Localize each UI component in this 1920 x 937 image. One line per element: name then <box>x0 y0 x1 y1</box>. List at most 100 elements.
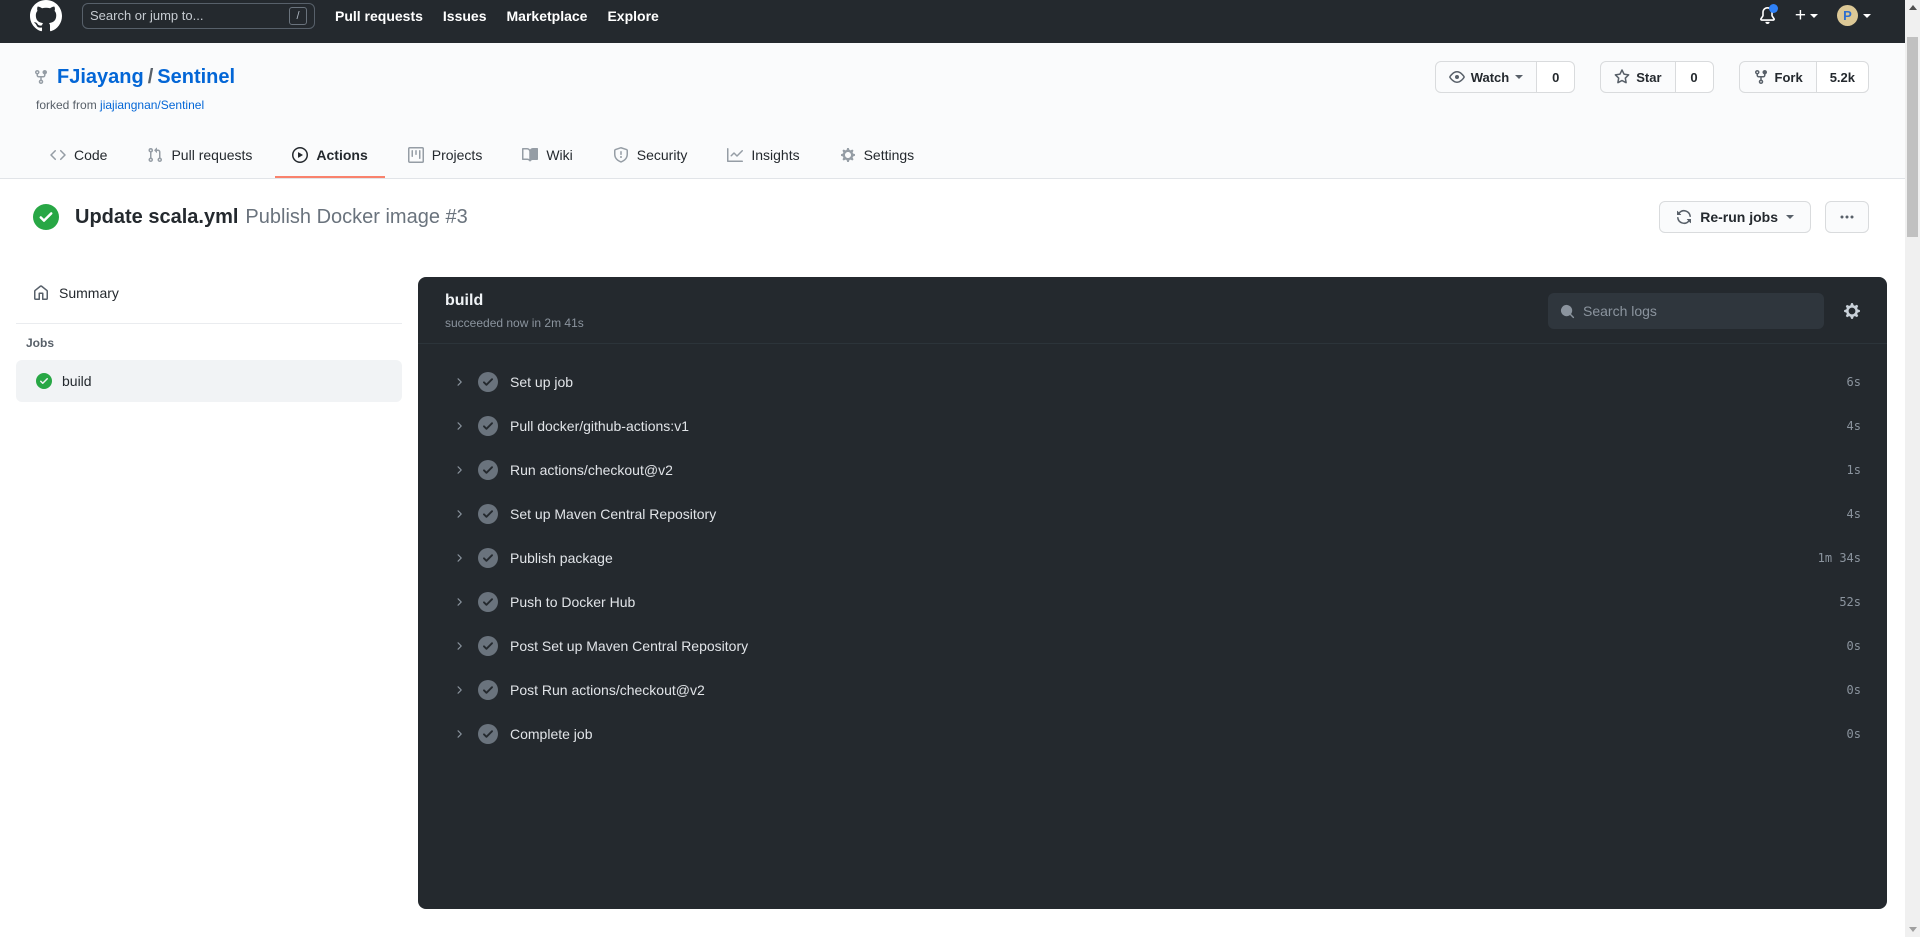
jobs-heading: Jobs <box>26 336 394 350</box>
notifications-button[interactable] <box>1759 7 1776 24</box>
scrollbar-up-button[interactable] <box>1905 0 1920 15</box>
home-icon <box>33 285 49 301</box>
tab-settings[interactable]: Settings <box>823 134 932 178</box>
forked-from-note: forked from jiajiangnan/Sentinel <box>36 98 1869 112</box>
sidebar-job-build[interactable]: build <box>16 360 402 402</box>
log-settings-gear-icon[interactable] <box>1843 302 1861 320</box>
job-title: build <box>445 292 584 310</box>
step-row[interactable]: Set up Maven Central Repository 4s <box>418 492 1887 536</box>
more-options-button[interactable] <box>1825 201 1869 233</box>
watch-button-group: Watch 0 <box>1435 61 1576 93</box>
step-name: Set up Maven Central Repository <box>510 506 716 522</box>
repo-breadcrumb: FJiayang/Sentinel <box>57 66 235 89</box>
chevron-right-icon <box>453 508 465 520</box>
job-log-panel: build succeeded now in 2m 41s Set up job <box>418 277 1887 909</box>
repo-tabs: Code Pull requests Actions Projects Wiki… <box>33 134 1869 178</box>
step-name: Publish package <box>510 550 613 566</box>
log-search-input[interactable] <box>1583 303 1812 319</box>
run-header: Update scala.yml Publish Docker image #3… <box>0 179 1905 247</box>
sync-icon <box>1676 209 1692 225</box>
repo-owner-link[interactable]: FJiayang <box>57 66 144 88</box>
nav-link[interactable]: Pull requests <box>335 8 423 24</box>
triangle-down-icon <box>1909 927 1917 932</box>
workflow-run-title: Publish Docker image #3 <box>245 206 467 229</box>
step-duration: 52s <box>1839 595 1861 609</box>
project-icon <box>408 147 424 163</box>
fork-button[interactable]: Fork <box>1739 61 1817 93</box>
step-duration: 0s <box>1847 639 1861 653</box>
step-duration: 4s <box>1847 419 1861 433</box>
fork-label: Fork <box>1775 70 1803 85</box>
job-name: build <box>62 373 92 389</box>
check-circle-icon <box>478 416 498 436</box>
nav-link[interactable]: Explore <box>607 8 658 24</box>
tab-security[interactable]: Security <box>596 134 705 178</box>
repo-name-link[interactable]: Sentinel <box>157 66 235 88</box>
chevron-right-icon <box>453 596 465 608</box>
tab-label: Projects <box>432 147 483 163</box>
nav-link[interactable]: Marketplace <box>507 8 588 24</box>
check-circle-icon <box>478 372 498 392</box>
star-button[interactable]: Star <box>1600 61 1675 93</box>
global-search-input[interactable] <box>90 8 283 23</box>
watch-button[interactable]: Watch <box>1435 61 1538 93</box>
tab-label: Pull requests <box>171 147 252 163</box>
check-circle-icon <box>478 724 498 744</box>
star-label: Star <box>1636 70 1661 85</box>
check-circle-icon <box>33 204 59 230</box>
watch-label: Watch <box>1471 70 1510 85</box>
scrollbar-down-button[interactable] <box>1905 922 1920 937</box>
scrollbar-thumb[interactable] <box>1907 37 1918 237</box>
chevron-right-icon <box>453 420 465 432</box>
step-row[interactable]: Complete job 0s <box>418 712 1887 756</box>
step-duration: 0s <box>1847 727 1861 741</box>
fork-count[interactable]: 5.2k <box>1817 61 1869 93</box>
sidebar-item-summary[interactable]: Summary <box>16 277 402 309</box>
step-name: Set up job <box>510 374 573 390</box>
log-search[interactable] <box>1548 293 1824 329</box>
github-actions-run-page: / Pull requestsIssuesMarketplaceExplore … <box>0 0 1905 937</box>
job-status-line: succeeded now in 2m 41s <box>445 316 584 330</box>
step-row[interactable]: Set up job 6s <box>418 360 1887 404</box>
chevron-down-icon <box>1515 75 1523 79</box>
pull-request-icon <box>147 147 163 163</box>
tab-wiki[interactable]: Wiki <box>505 134 589 178</box>
tab-projects[interactable]: Projects <box>391 134 500 178</box>
code-icon <box>50 147 66 163</box>
check-circle-icon <box>36 373 52 389</box>
tab-label: Security <box>637 147 688 163</box>
github-logo-icon[interactable] <box>30 0 62 32</box>
tab-insights[interactable]: Insights <box>710 134 816 178</box>
step-row[interactable]: Run actions/checkout@v2 1s <box>418 448 1887 492</box>
chevron-right-icon <box>453 376 465 388</box>
tab-label: Actions <box>316 147 367 163</box>
step-row[interactable]: Post Set up Maven Central Repository 0s <box>418 624 1887 668</box>
global-search[interactable]: / <box>82 3 315 29</box>
fork-icon <box>33 69 49 85</box>
top-nav: / Pull requestsIssuesMarketplaceExplore … <box>0 0 1905 43</box>
tab-pull-requests[interactable]: Pull requests <box>130 134 269 178</box>
step-duration: 1s <box>1847 463 1861 477</box>
search-icon <box>1560 304 1575 319</box>
step-duration: 0s <box>1847 683 1861 697</box>
step-row[interactable]: Push to Docker Hub 52s <box>418 580 1887 624</box>
user-menu[interactable]: P <box>1837 5 1871 26</box>
eye-icon <box>1449 69 1465 85</box>
tab-actions[interactable]: Actions <box>275 134 384 178</box>
rerun-jobs-button[interactable]: Re-run jobs <box>1659 201 1811 233</box>
step-duration: 4s <box>1847 507 1861 521</box>
step-name: Complete job <box>510 726 593 742</box>
chevron-right-icon <box>453 728 465 740</box>
tab-label: Insights <box>751 147 799 163</box>
step-row[interactable]: Pull docker/github-actions:v1 4s <box>418 404 1887 448</box>
step-row[interactable]: Publish package 1m 34s <box>418 536 1887 580</box>
watch-count[interactable]: 0 <box>1537 61 1575 93</box>
tab-label: Code <box>74 147 107 163</box>
star-count[interactable]: 0 <box>1676 61 1714 93</box>
create-new-menu[interactable]: + <box>1795 6 1818 25</box>
forked-from-link[interactable]: jiajiangnan/Sentinel <box>100 98 204 112</box>
tab-code[interactable]: Code <box>33 134 124 178</box>
nav-link[interactable]: Issues <box>443 8 487 24</box>
page-scrollbar[interactable] <box>1905 0 1920 937</box>
step-row[interactable]: Post Run actions/checkout@v2 0s <box>418 668 1887 712</box>
